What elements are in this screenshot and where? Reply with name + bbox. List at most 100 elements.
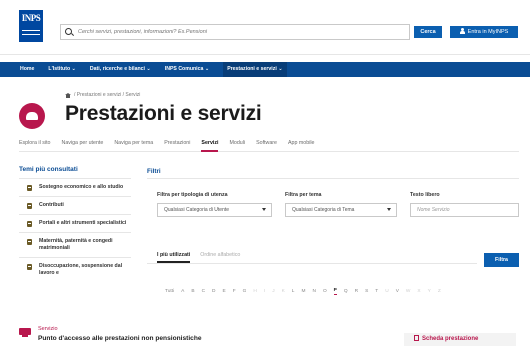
free-text-label: Testo libero — [410, 192, 440, 198]
alphabet-letter-e[interactable]: E — [223, 289, 226, 294]
alphabet-letter-s[interactable]: S — [365, 289, 368, 294]
breadcrumb: / Prestazioni e servizi / Servizi — [65, 92, 140, 98]
theme-filter-label: Filtra per tema — [285, 192, 322, 198]
alphabet-letter-d[interactable]: D — [212, 289, 215, 294]
alphabet-letter-v[interactable]: V — [396, 289, 399, 294]
monitor-icon — [19, 328, 31, 337]
tab-servizi[interactable]: Servizi — [201, 136, 219, 152]
folder-icon — [27, 185, 33, 191]
search-bar[interactable] — [60, 24, 410, 40]
nav-item-dati-ricerche-bilanci[interactable]: Dati, ricerche e bilanci ⌄ — [90, 62, 151, 77]
main-navigation: Home L'Istituto ⌄ Dati, ricerche e bilan… — [0, 62, 530, 77]
sidebar-list: Sostegno economico e allo studio Contrib… — [19, 178, 131, 282]
folder-icon — [27, 264, 33, 270]
inps-logo[interactable]: INPS — [19, 10, 43, 42]
nav-item-prestazioni-servizi[interactable]: Prestazioni e servizi ⌄ — [223, 62, 287, 77]
alphabet-letter-w[interactable]: W — [406, 289, 411, 294]
chevron-down-icon — [262, 208, 266, 211]
sidebar-fade — [0, 284, 140, 304]
alphabet-letter-h[interactable]: H — [253, 289, 256, 294]
alphabet-letter-j[interactable]: J — [272, 289, 274, 294]
alphabet-letter-b[interactable]: B — [191, 289, 194, 294]
tab-moduli[interactable]: Moduli — [229, 136, 245, 152]
alphabet-letter-f[interactable]: F — [233, 289, 236, 294]
user-type-select[interactable]: Qualsiasi Categoria di Utente — [157, 203, 272, 217]
sidebar-title: Temi più consultati — [19, 166, 78, 173]
nav-item-istituto[interactable]: L'Istituto ⌄ — [48, 62, 75, 77]
alphabet-letter-z[interactable]: Z — [438, 289, 441, 294]
sidebar-item-label: Maternità, paternità e congedi matrimoni… — [39, 238, 113, 251]
user-type-select-value: Qualsiasi Categoria di Utente — [164, 207, 230, 213]
alphabet-letter-a[interactable]: A — [181, 289, 184, 294]
tab-app-mobile[interactable]: App mobile — [288, 136, 315, 152]
alphabet-letter-i[interactable]: I — [264, 289, 265, 294]
folder-icon — [27, 221, 33, 227]
tab-most-used[interactable]: I più utilizzati — [157, 249, 191, 263]
alphabet-letter-r[interactable]: R — [355, 289, 358, 294]
alphabet-letter-n[interactable]: N — [312, 289, 315, 294]
alphabet-letter-o[interactable]: O — [323, 289, 327, 294]
scheda-prestazione-link[interactable]: Scheda prestazione — [404, 333, 516, 346]
breadcrumb-path[interactable]: / Prestazioni e servizi / Servizi — [74, 92, 140, 98]
filters-title: Filtri — [147, 168, 161, 175]
prestazioni-section-icon — [19, 103, 45, 129]
home-icon[interactable] — [65, 92, 71, 98]
alphabet-letter-k[interactable]: K — [282, 289, 285, 294]
alphabet-letter-m[interactable]: M — [301, 289, 305, 294]
tab-naviga-tema[interactable]: Naviga per tema — [114, 136, 153, 152]
view-tabs: I più utilizzati Ordine alfabetico — [157, 249, 250, 263]
search-button[interactable]: Cerca — [414, 26, 442, 38]
tab-naviga-utente[interactable]: Naviga per utente — [62, 136, 104, 152]
chevron-down-icon — [387, 208, 391, 211]
alphabet-all[interactable]: Tutti — [165, 289, 174, 294]
alphabet-letter-c[interactable]: C — [202, 289, 205, 294]
alphabet-letter-q[interactable]: Q — [344, 289, 348, 294]
theme-select-value: Qualsiasi Categoria di Tema — [292, 207, 355, 213]
nav-item-home[interactable]: Home — [20, 62, 34, 77]
alphabet-letter-t[interactable]: T — [375, 289, 378, 294]
sidebar-item-label: Disoccupazione, sospensione dal lavoro e — [39, 263, 123, 276]
sidebar-item-label: Sostegno economico e allo studio — [39, 184, 124, 190]
sidebar-item-portali[interactable]: Portali e altri strumenti specialistici — [19, 214, 131, 232]
document-icon — [414, 335, 419, 341]
divider — [147, 263, 477, 264]
theme-select[interactable]: Qualsiasi Categoria di Tema — [285, 203, 397, 217]
alphabet-letter-x[interactable]: X — [417, 289, 420, 294]
folder-icon — [27, 239, 33, 245]
sidebar-item-maternita[interactable]: Maternità, paternità e congedi matrimoni… — [19, 232, 131, 257]
search-icon — [65, 27, 74, 37]
alphabet-letter-p[interactable]: P — [333, 288, 337, 295]
sidebar-item-disoccupazione[interactable]: Disoccupazione, sospensione dal lavoro e — [19, 257, 131, 282]
filter-button[interactable]: Filtra — [484, 253, 519, 267]
user-icon — [459, 28, 465, 34]
sidebar-item-contributi[interactable]: Contributi — [19, 196, 131, 214]
search-input[interactable] — [78, 29, 398, 35]
tab-alphabetical[interactable]: Ordine alfabetico — [200, 249, 240, 263]
scheda-prestazione-label: Scheda prestazione — [422, 336, 479, 342]
nav-item-inps-comunica[interactable]: INPS Comunica ⌄ — [165, 62, 209, 77]
alphabet-letter-g[interactable]: G — [243, 289, 247, 294]
logo-text: INPS — [21, 13, 41, 23]
logo-lines-icon — [19, 27, 43, 39]
tab-prestazioni[interactable]: Prestazioni — [164, 136, 190, 152]
tab-esplora[interactable]: Esplora il sito — [19, 136, 51, 152]
divider — [147, 178, 519, 179]
tab-software[interactable]: Software — [256, 136, 277, 152]
sidebar-item-sostegno[interactable]: Sostegno economico e allo studio — [19, 178, 131, 196]
free-text-input[interactable]: Nome Servizio — [410, 203, 519, 217]
folder-icon — [27, 203, 33, 209]
top-header: INPS Cerca Entra in MyINPS — [0, 0, 530, 55]
login-button[interactable]: Entra in MyINPS — [450, 26, 518, 38]
page-title: Prestazioni e servizi — [65, 102, 262, 125]
result-type: Servizio — [38, 326, 58, 332]
section-tabs: Esplora il sito Naviga per utente Naviga… — [19, 136, 519, 152]
alphabet-letter-u[interactable]: U — [385, 289, 388, 294]
sidebar-item-label: Contributi — [39, 202, 64, 208]
alphabet-letter-l[interactable]: L — [292, 289, 295, 294]
user-type-filter-label: Filtra per tipologia di utenza — [157, 192, 228, 198]
result-title[interactable]: Punto d'accesso alle prestazioni non pen… — [38, 335, 202, 342]
login-button-label: Entra in MyINPS — [467, 29, 509, 35]
alphabet-filter: Tutti A B C D E F G H I J K L M N O P Q R S T U V W X Y Z — [165, 288, 448, 295]
sidebar-item-label: Portali e altri strumenti specialistici — [39, 220, 127, 226]
alphabet-letter-y[interactable]: Y — [428, 289, 431, 294]
